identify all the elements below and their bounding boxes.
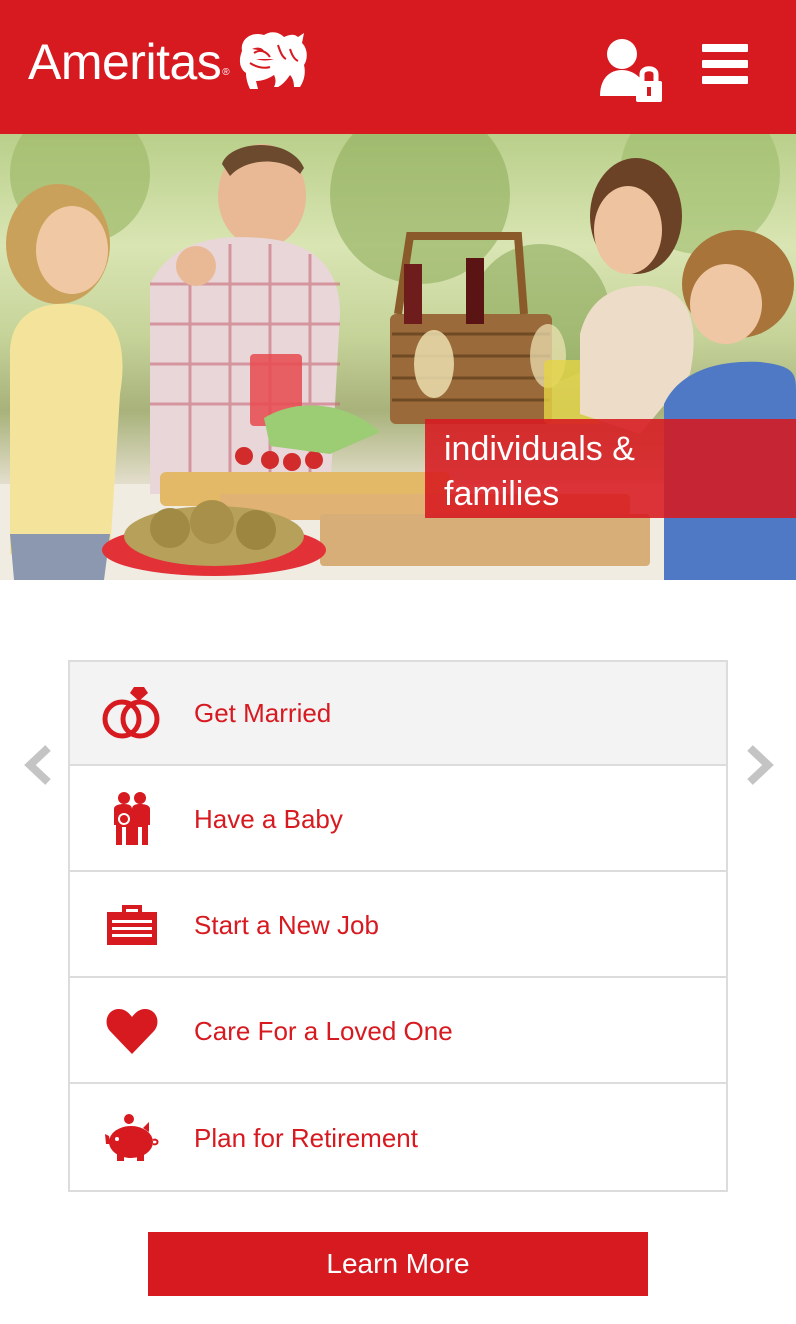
event-label: Get Married bbox=[194, 697, 332, 728]
event-label: Start a New Job bbox=[194, 909, 379, 940]
life-event-start-new-job[interactable]: Start a New Job bbox=[70, 874, 726, 978]
event-label: Plan for Retirement bbox=[194, 1122, 418, 1153]
menu-button[interactable] bbox=[702, 44, 750, 88]
event-label: Have a Baby bbox=[194, 803, 343, 834]
ameritas-logo[interactable]: Ameritas ® bbox=[28, 26, 350, 98]
event-icon-wrap bbox=[70, 979, 194, 1083]
life-event-have-a-baby[interactable]: Have a Baby bbox=[70, 768, 726, 872]
event-label: Care For a Loved One bbox=[194, 1015, 453, 1046]
brand-name: Ameritas bbox=[28, 34, 222, 90]
event-icon-wrap bbox=[70, 767, 194, 871]
chevron-left-icon bbox=[24, 745, 51, 785]
learn-more-button[interactable]: Learn More bbox=[148, 1232, 648, 1296]
briefcase-icon bbox=[107, 905, 157, 945]
event-icon-wrap bbox=[70, 873, 194, 977]
life-event-get-married[interactable]: Get Married bbox=[70, 662, 726, 766]
life-events-list: Get Married Have a Baby Start a New Job … bbox=[68, 660, 728, 1192]
carousel-next-button[interactable] bbox=[742, 744, 776, 786]
hero-caption: individuals & families bbox=[425, 419, 796, 518]
hero-caption-line2: families bbox=[444, 475, 560, 513]
event-icon-wrap bbox=[70, 1086, 194, 1190]
life-event-care-for-loved-one[interactable]: Care For a Loved One bbox=[70, 980, 726, 1084]
registered-mark: ® bbox=[222, 66, 230, 78]
life-event-plan-for-retirement[interactable]: Plan for Retirement bbox=[70, 1086, 726, 1190]
site-header: Ameritas ® bbox=[0, 0, 796, 134]
piggy-bank-icon bbox=[105, 1114, 159, 1161]
user-lock-icon bbox=[600, 39, 662, 102]
bison-icon bbox=[239, 32, 307, 89]
hamburger-line bbox=[702, 44, 748, 52]
hero-caption-line1: individuals & bbox=[444, 430, 635, 468]
heart-icon bbox=[106, 1009, 158, 1054]
login-button[interactable] bbox=[596, 36, 666, 104]
family-icon bbox=[114, 792, 150, 845]
chevron-right-icon bbox=[747, 745, 774, 785]
hero-banner: individuals & families bbox=[0, 134, 796, 580]
hamburger-line bbox=[702, 76, 748, 84]
hamburger-line bbox=[702, 60, 748, 68]
wedding-rings-icon bbox=[102, 687, 160, 739]
event-icon-wrap bbox=[70, 661, 194, 765]
carousel-prev-button[interactable] bbox=[22, 744, 56, 786]
